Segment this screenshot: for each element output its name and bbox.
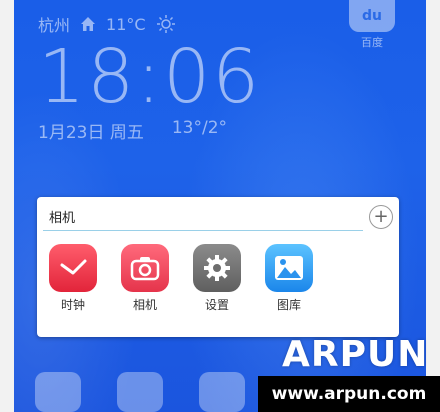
clock-time: 18:06: [38, 34, 262, 120]
app-label-clock: 时钟: [60, 298, 85, 312]
clock-icon: [49, 244, 97, 292]
dock-app-icon[interactable]: [199, 372, 245, 412]
temp-range-label: 13°/2°: [171, 118, 228, 138]
sun-icon: [156, 15, 175, 33]
city-label: 杭州: [38, 16, 71, 35]
app-label-camera: 相机: [132, 298, 157, 312]
dock-app-icon[interactable]: [35, 372, 81, 412]
baidu-logo-icon: du: [349, 0, 395, 32]
date-label: 1月23日 周五: [38, 118, 144, 143]
app-camera[interactable]: 相机: [121, 244, 169, 313]
app-label-gallery: 图库: [276, 298, 301, 312]
folder-name-input[interactable]: [43, 203, 363, 231]
camera-icon: [121, 244, 169, 292]
device-edge-left: [0, 0, 14, 412]
folder-app-grid: 时钟 相机 设置 图库: [49, 244, 313, 313]
add-app-button[interactable]: +: [369, 205, 393, 229]
dock-app-icon[interactable]: [117, 372, 163, 412]
arpun-logo: ARPUN: [282, 334, 429, 375]
folder-header: +: [43, 203, 393, 231]
weekday-text: 周五: [109, 123, 144, 143]
plus-icon: +: [373, 206, 389, 227]
settings-gear-icon: [193, 244, 241, 292]
app-clock[interactable]: 时钟: [49, 244, 97, 313]
arpun-url-banner: www.arpun.com: [258, 376, 440, 412]
date-text: 1月23日: [38, 123, 105, 143]
dock-bar: [35, 372, 245, 412]
baidu-label: 百度: [361, 36, 383, 49]
app-folder-popup: + 时钟 相机: [37, 197, 399, 337]
baidu-logo-text: du: [362, 8, 382, 24]
app-label-settings: 设置: [204, 298, 229, 312]
home-icon: [81, 17, 96, 31]
gallery-icon: [265, 244, 313, 292]
temperature-label: 11°C: [106, 14, 146, 34]
arpun-url-text: www.arpun.com: [271, 384, 427, 404]
baidu-app-shortcut[interactable]: du 百度: [348, 0, 396, 50]
app-gallery[interactable]: 图库: [265, 244, 313, 313]
weather-clock-widget[interactable]: 杭州 11°C 18:06 1月23日 周五 13°/2°: [38, 12, 262, 144]
app-settings[interactable]: 设置: [193, 244, 241, 313]
